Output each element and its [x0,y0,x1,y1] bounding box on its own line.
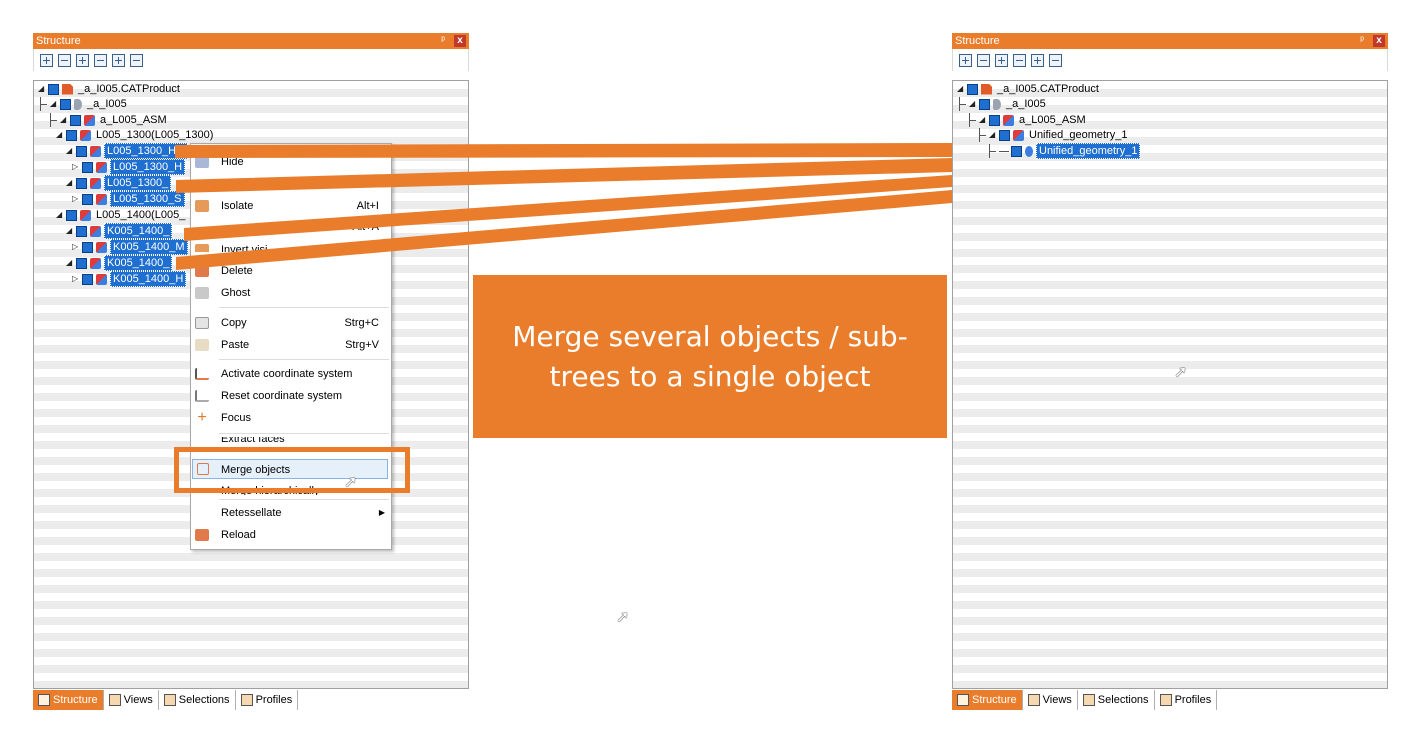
visibility-checkbox[interactable] [999,129,1010,141]
panel-tabbar: Structure Views Selections Profiles [952,689,1218,711]
pin-icon[interactable]: ᵖ [1360,33,1364,49]
tab-structure[interactable]: Structure [952,690,1023,710]
visibility-checkbox[interactable] [979,98,990,110]
callout-box: Merge several objects / sub-trees to a s… [473,275,947,438]
expand-level-icon[interactable] [995,53,1008,67]
structure-panel-right: Structure ᵖ x ◢ _a_I005.CATProduct ◢ _a_I0… [952,33,1388,719]
tree-node[interactable]: ◢ a_L005_ASM [969,113,1088,127]
callout-text: Merge several objects / sub-trees to a s… [512,319,908,393]
mouse-cursor-icon: ➚ [1174,364,1188,381]
tab-views[interactable]: Views [1023,690,1078,710]
expand-all-icon[interactable] [959,53,972,67]
close-icon[interactable]: x [1373,35,1385,47]
tree-node[interactable]: ◢ Unified_geometry_1 [979,128,1129,142]
profiles-tab-icon [1159,694,1172,706]
visibility-checkbox[interactable] [967,83,978,95]
structure-tree: ◢ _a_I005.CATProduct ◢ _a_I005 ◢ a_L005_ASM… [952,80,1388,689]
collapse-all-icon[interactable] [977,53,990,67]
product-icon [981,83,992,95]
mouse-cursor-icon: ➚ [616,609,630,626]
views-tab-icon [1027,694,1040,706]
expand-triangle-icon[interactable]: ◢ [957,82,965,96]
structure-tab-icon [957,694,969,706]
geometry-icon [1025,145,1033,157]
selections-tab-icon [1082,694,1095,706]
panel-titlebar: Structure ᵖ x [952,33,1388,49]
collapse-level-icon[interactable] [1013,53,1026,67]
expand-triangle-icon[interactable]: ◢ [989,128,997,142]
expand-selected-icon[interactable] [1031,53,1044,67]
tab-selections[interactable]: Selections [1078,690,1155,710]
assembly-icon [1013,129,1024,141]
expand-triangle-icon[interactable]: ◢ [969,97,977,111]
tree-options-icon[interactable] [1049,53,1062,67]
tree-node[interactable]: ◢ _a_I005 [959,97,1048,111]
tab-profiles[interactable]: Profiles [1155,690,1218,710]
assembly-icon [1003,114,1014,126]
visibility-checkbox[interactable] [989,114,1000,126]
tree-node[interactable]: Unified_geometry_1 [989,143,1141,159]
part-icon [993,98,1001,110]
arrow-group [175,133,985,270]
expand-triangle-icon[interactable]: ◢ [979,113,987,127]
panel-title: Structure [955,35,1000,47]
tree-toolbar [952,49,1388,71]
visibility-checkbox[interactable] [1011,145,1022,157]
tree-node[interactable]: ◢ _a_I005.CATProduct [957,82,1101,96]
